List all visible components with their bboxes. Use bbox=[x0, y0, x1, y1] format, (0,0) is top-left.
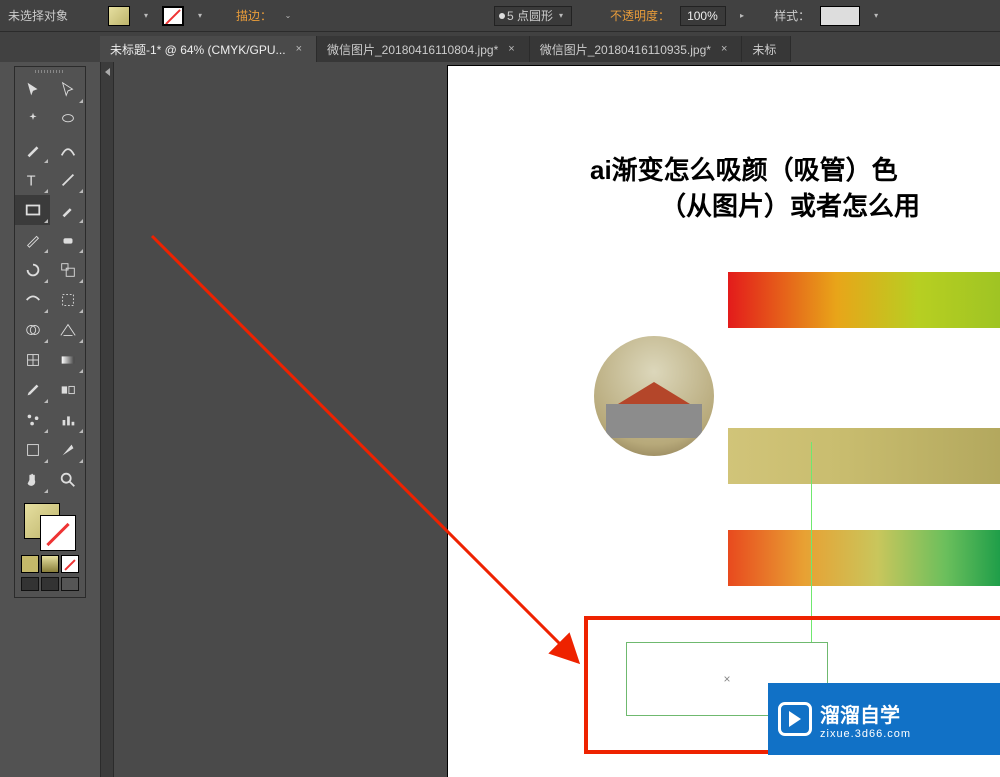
no-selection-label: 未选择对象 bbox=[8, 7, 68, 24]
color-mode-gradient[interactable] bbox=[41, 555, 59, 573]
pencil-tool[interactable] bbox=[15, 225, 50, 255]
close-icon[interactable]: × bbox=[508, 43, 514, 55]
stroke-profile-value: 5 点圆形 bbox=[507, 7, 553, 24]
zoom-tool[interactable] bbox=[50, 465, 85, 495]
watermark-brand: 溜溜自学 bbox=[820, 699, 911, 728]
tab-label: 微信图片_20180416110804.jpg* bbox=[327, 41, 498, 58]
eyedropper-tool[interactable] bbox=[15, 375, 50, 405]
style-label: 样式： bbox=[774, 7, 810, 24]
artboard-tool[interactable] bbox=[15, 435, 50, 465]
toolbox-column: T bbox=[0, 62, 100, 777]
fill-dropdown-icon[interactable]: ▾ bbox=[140, 6, 152, 26]
line-tool[interactable] bbox=[50, 165, 85, 195]
direct-selection-tool[interactable] bbox=[50, 75, 85, 105]
lasso-tool[interactable] bbox=[50, 105, 85, 135]
opacity-value: 100% bbox=[687, 9, 718, 23]
stroke-profile-field[interactable]: 5 点圆形 ▾ bbox=[494, 6, 572, 26]
tab-label: 未标题-1* @ 64% (CMYK/GPU... bbox=[110, 41, 286, 58]
color-mode-none[interactable] bbox=[61, 555, 79, 573]
stroke-weight-link-icon[interactable]: ⌄ bbox=[282, 6, 294, 26]
rotate-tool[interactable] bbox=[15, 255, 50, 285]
opacity-label: 不透明度： bbox=[610, 7, 670, 24]
watermark: 溜溜自学 zixue.3d66.com bbox=[768, 683, 1000, 755]
symbol-sprayer-tool[interactable] bbox=[15, 405, 50, 435]
perspective-grid-tool[interactable] bbox=[50, 315, 85, 345]
svg-text:T: T bbox=[26, 173, 35, 189]
gradient-bar-3 bbox=[728, 530, 1000, 586]
sample-image-circle bbox=[594, 336, 714, 456]
title-line-1: ai渐变怎么吸颜（吸管）色 bbox=[590, 152, 990, 188]
hand-tool[interactable] bbox=[15, 465, 50, 495]
eraser-tool[interactable] bbox=[50, 225, 85, 255]
panel-collapse-rail[interactable] bbox=[100, 62, 114, 777]
magic-wand-tool[interactable] bbox=[15, 105, 50, 135]
shape-builder-tool[interactable] bbox=[15, 315, 50, 345]
toolbox: T bbox=[14, 66, 86, 598]
control-bar: 未选择对象 ▾ ▾ 描边： ⌄ 5 点圆形 ▾ 不透明度： 100% ▸ 样式：… bbox=[0, 0, 1000, 32]
gradient-bar-1 bbox=[728, 272, 1000, 328]
tab-label: 微信图片_20180416110935.jpg* bbox=[540, 41, 711, 58]
stroke-swatch[interactable] bbox=[162, 6, 184, 26]
slice-tool[interactable] bbox=[50, 435, 85, 465]
column-graph-tool[interactable] bbox=[50, 405, 85, 435]
chevron-left-icon bbox=[105, 68, 110, 76]
color-mode-solid[interactable] bbox=[21, 555, 39, 573]
stroke-label: 描边： bbox=[236, 7, 272, 24]
curvature-tool[interactable] bbox=[50, 135, 85, 165]
gradient-bar-2 bbox=[728, 428, 1000, 484]
center-mark-icon: × bbox=[723, 672, 730, 686]
scale-tool[interactable] bbox=[50, 255, 85, 285]
play-icon bbox=[778, 702, 812, 736]
stroke-indicator[interactable] bbox=[40, 515, 76, 551]
graphic-style-swatch[interactable] bbox=[820, 6, 860, 26]
selection-tool[interactable] bbox=[15, 75, 50, 105]
opacity-field[interactable]: 100% bbox=[680, 6, 726, 26]
watermark-url: zixue.3d66.com bbox=[820, 728, 911, 740]
artwork-title: ai渐变怎么吸颜（吸管）色 （从图片）或者怎么用 bbox=[590, 152, 990, 225]
free-transform-tool[interactable] bbox=[50, 285, 85, 315]
paintbrush-tool[interactable] bbox=[50, 195, 85, 225]
screen-mode-normal[interactable] bbox=[21, 577, 39, 591]
round-cap-icon bbox=[499, 13, 505, 19]
chevron-down-icon[interactable]: ▾ bbox=[555, 6, 567, 26]
document-tab[interactable]: 未标题-1* @ 64% (CMYK/GPU... × bbox=[100, 36, 317, 62]
document-tab[interactable]: 微信图片_20180416110935.jpg* × bbox=[530, 36, 743, 62]
blend-tool[interactable] bbox=[50, 375, 85, 405]
type-tool[interactable]: T bbox=[15, 165, 50, 195]
temple-illustration bbox=[606, 404, 702, 438]
close-icon[interactable]: × bbox=[721, 43, 727, 55]
canvas[interactable]: ai渐变怎么吸颜（吸管）色 （从图片）或者怎么用 × W: 77 H: 27 bbox=[114, 62, 1000, 777]
screen-mode-full[interactable] bbox=[41, 577, 59, 591]
fill-stroke-indicator[interactable] bbox=[24, 503, 76, 551]
title-line-2: （从图片）或者怎么用 bbox=[590, 188, 990, 224]
rectangle-tool[interactable] bbox=[15, 195, 50, 225]
fill-swatch[interactable] bbox=[108, 6, 130, 26]
chevron-down-icon[interactable]: ▸ bbox=[736, 6, 748, 26]
pen-tool[interactable] bbox=[15, 135, 50, 165]
close-icon[interactable]: × bbox=[296, 43, 302, 55]
mesh-tool[interactable] bbox=[15, 345, 50, 375]
screen-mode-presentation[interactable] bbox=[61, 577, 79, 591]
stroke-dropdown-icon[interactable]: ▾ bbox=[194, 6, 206, 26]
document-tab[interactable]: 未标 bbox=[742, 36, 791, 62]
gradient-tool[interactable] bbox=[50, 345, 85, 375]
tab-label: 未标 bbox=[752, 41, 776, 58]
document-tab-strip: 未标题-1* @ 64% (CMYK/GPU... × 微信图片_2018041… bbox=[0, 32, 1000, 62]
document-tab[interactable]: 微信图片_20180416110804.jpg* × bbox=[317, 36, 530, 62]
workspace: T bbox=[0, 62, 1000, 777]
temple-illustration bbox=[618, 382, 690, 404]
width-tool[interactable] bbox=[15, 285, 50, 315]
panel-grip[interactable] bbox=[15, 67, 85, 75]
chevron-down-icon[interactable]: ▾ bbox=[870, 6, 882, 26]
